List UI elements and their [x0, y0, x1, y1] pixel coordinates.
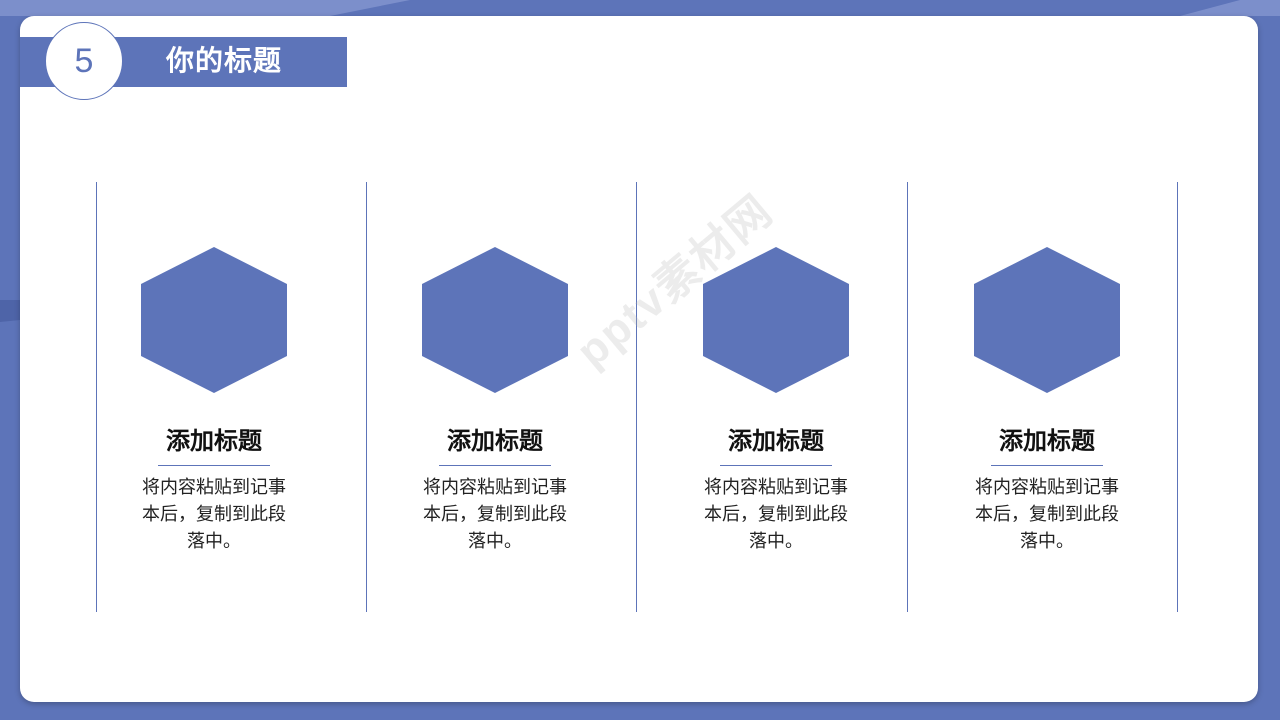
feature-column-3: 添加标题 将内容粘贴到记事本后，复制到此段落中。: [676, 245, 876, 555]
column-divider: [96, 182, 97, 612]
page-title: 你的标题: [166, 44, 283, 77]
column-divider: [636, 182, 637, 612]
column-title: 添加标题: [166, 427, 262, 455]
title-underline: [991, 465, 1103, 466]
column-title: 添加标题: [999, 427, 1095, 455]
feature-column-2: 添加标题 将内容粘贴到记事本后，复制到此段落中。: [395, 245, 595, 555]
column-divider: [1177, 182, 1178, 612]
section-number-badge: 5: [45, 22, 123, 100]
title-underline: [720, 465, 832, 466]
feature-column-4: 添加标题 将内容粘贴到记事本后，复制到此段落中。: [947, 245, 1147, 555]
column-text: 将内容粘贴到记事本后，复制到此段落中。: [704, 477, 848, 552]
column-divider: [907, 182, 908, 612]
feature-column-1: 添加标题 将内容粘贴到记事本后，复制到此段落中。: [114, 245, 314, 555]
hexagon-icon: [703, 247, 849, 393]
column-text: 将内容粘贴到记事本后，复制到此段落中。: [142, 477, 286, 552]
hexagon-icon: [422, 247, 568, 393]
column-text: 将内容粘贴到记事本后，复制到此段落中。: [975, 477, 1119, 552]
hexagon-icon: [974, 247, 1120, 393]
column-title: 添加标题: [447, 427, 543, 455]
column-divider: [366, 182, 367, 612]
column-title: 添加标题: [728, 427, 824, 455]
column-text: 将内容粘贴到记事本后，复制到此段落中。: [423, 477, 567, 552]
title-underline: [439, 465, 551, 466]
title-underline: [158, 465, 270, 466]
hexagon-icon: [141, 247, 287, 393]
